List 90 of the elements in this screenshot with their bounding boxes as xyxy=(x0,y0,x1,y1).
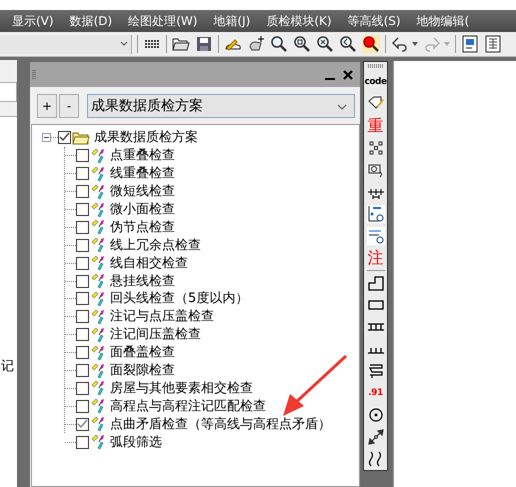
tree-item[interactable]: 注记与点压盖检查 xyxy=(110,310,214,324)
pencils-icon xyxy=(90,255,106,272)
pencils-icon xyxy=(90,202,106,218)
tool-button[interactable]: code xyxy=(364,73,386,91)
checkbox[interactable] xyxy=(76,364,89,378)
pencils-icon xyxy=(90,344,106,361)
tree-item[interactable]: 点重叠检查 xyxy=(110,149,175,162)
checkbox[interactable] xyxy=(76,310,89,324)
pencils-icon xyxy=(90,362,106,379)
pencils-icon xyxy=(90,219,106,236)
tree-item[interactable]: 房屋与其他要素相交检查 xyxy=(110,382,253,395)
grid-icon[interactable] xyxy=(484,35,502,53)
dots-icon[interactable] xyxy=(366,139,384,157)
tree-item[interactable]: 高程点与高程注记匹配检查 xyxy=(110,400,266,413)
checkbox[interactable] xyxy=(76,382,89,395)
tree-item[interactable]: 线上冗余点检查 xyxy=(110,238,201,252)
zoom-icon[interactable] xyxy=(270,35,288,53)
chart-search-icon[interactable] xyxy=(366,205,384,223)
grip-icon[interactable] xyxy=(32,70,36,80)
remove-button[interactable]: - xyxy=(59,94,79,118)
menu-item[interactable]: 数据(D) xyxy=(70,12,112,30)
undo-icon[interactable] xyxy=(391,35,409,53)
tree-item[interactable]: 面裂隙检查 xyxy=(110,364,175,378)
tree-item[interactable]: 成果数据质检方案 xyxy=(94,131,198,144)
checkbox[interactable] xyxy=(76,346,89,360)
tree-item[interactable]: 微小面检查 xyxy=(110,203,175,216)
grip-icon[interactable] xyxy=(368,64,384,68)
circle-icon[interactable] xyxy=(366,406,384,424)
pencils-icon xyxy=(90,308,106,325)
panel-icon[interactable] xyxy=(461,35,479,53)
tree-item[interactable]: 线自相交检查 xyxy=(110,256,188,270)
pencils-icon xyxy=(90,148,106,164)
menu-item[interactable]: 质检模块(K) xyxy=(266,12,332,30)
tree-item[interactable]: 点曲矛盾检查（等高线与高程点矛盾） xyxy=(110,418,331,431)
menu-item[interactable]: 地籍(J) xyxy=(213,12,250,30)
tree-item[interactable]: 回头线检查（5度以内） xyxy=(110,292,248,306)
pencils-icon xyxy=(90,166,106,182)
coil-icon[interactable] xyxy=(366,362,384,380)
checkbox[interactable] xyxy=(76,220,89,234)
save-icon[interactable] xyxy=(195,35,213,53)
zoom-window-icon[interactable] xyxy=(293,35,311,53)
pencils-icon xyxy=(90,290,106,307)
step-icon[interactable] xyxy=(366,274,384,292)
tree-item[interactable]: 微短线检查 xyxy=(110,185,175,198)
tree-item[interactable]: 线重叠检查 xyxy=(110,167,175,180)
pencils-icon xyxy=(90,416,106,432)
tree-item[interactable]: 伪节点检查 xyxy=(110,220,175,234)
checkbox[interactable] xyxy=(76,292,89,306)
checkbox[interactable] xyxy=(76,328,89,342)
checkbox[interactable] xyxy=(76,238,89,252)
menu-item[interactable]: 等高线(S) xyxy=(348,12,401,30)
pencils-icon xyxy=(90,434,106,450)
zoom-previous-icon[interactable] xyxy=(339,35,357,53)
folder-icon xyxy=(72,130,90,146)
caret-icon xyxy=(120,41,128,47)
checkbox[interactable] xyxy=(76,167,89,180)
side-label: 记 xyxy=(1,358,14,375)
diagonal-arrow-icon[interactable] xyxy=(366,428,384,446)
pencils-icon xyxy=(90,237,106,254)
scheme-dropdown[interactable]: 成果数据质检方案 xyxy=(87,94,355,118)
tree-item[interactable]: 弧段筛选 xyxy=(110,436,162,449)
checkbox[interactable] xyxy=(76,203,89,216)
menu-item[interactable]: 地物编辑( xyxy=(416,12,470,30)
caret-icon xyxy=(337,104,347,110)
tree-item[interactable]: 注记间压盖检查 xyxy=(110,328,201,342)
caret-icon[interactable] xyxy=(412,42,418,46)
zoom-extents-icon[interactable] xyxy=(316,35,334,53)
tree-item[interactable]: 悬挂线检查 xyxy=(110,274,175,288)
menu-item[interactable]: 显示(V) xyxy=(12,12,54,30)
measure-icon[interactable] xyxy=(366,227,384,245)
checkbox[interactable] xyxy=(76,149,89,162)
checkbox[interactable] xyxy=(76,185,89,198)
checkbox[interactable] xyxy=(58,131,71,144)
close-icon[interactable] xyxy=(342,68,354,80)
menu-item[interactable]: 绘图处理(W) xyxy=(128,12,198,30)
collapse-icon[interactable] xyxy=(42,133,51,142)
pencils-icon xyxy=(90,380,106,396)
checkbox[interactable] xyxy=(76,274,89,288)
pencils-icon xyxy=(90,273,106,290)
checkbox[interactable] xyxy=(76,418,89,431)
tree-item[interactable]: 面叠盖检查 xyxy=(110,346,175,360)
pencils-icon xyxy=(90,184,106,200)
checkbox[interactable] xyxy=(76,400,89,413)
input-field[interactable] xyxy=(0,82,17,102)
pencils-icon xyxy=(90,326,106,343)
pencils-icon xyxy=(90,398,106,414)
checkbox[interactable] xyxy=(76,256,89,270)
add-button[interactable]: + xyxy=(37,94,57,118)
zoom-redraw-icon[interactable] xyxy=(362,35,380,53)
checkbox[interactable] xyxy=(76,436,89,449)
